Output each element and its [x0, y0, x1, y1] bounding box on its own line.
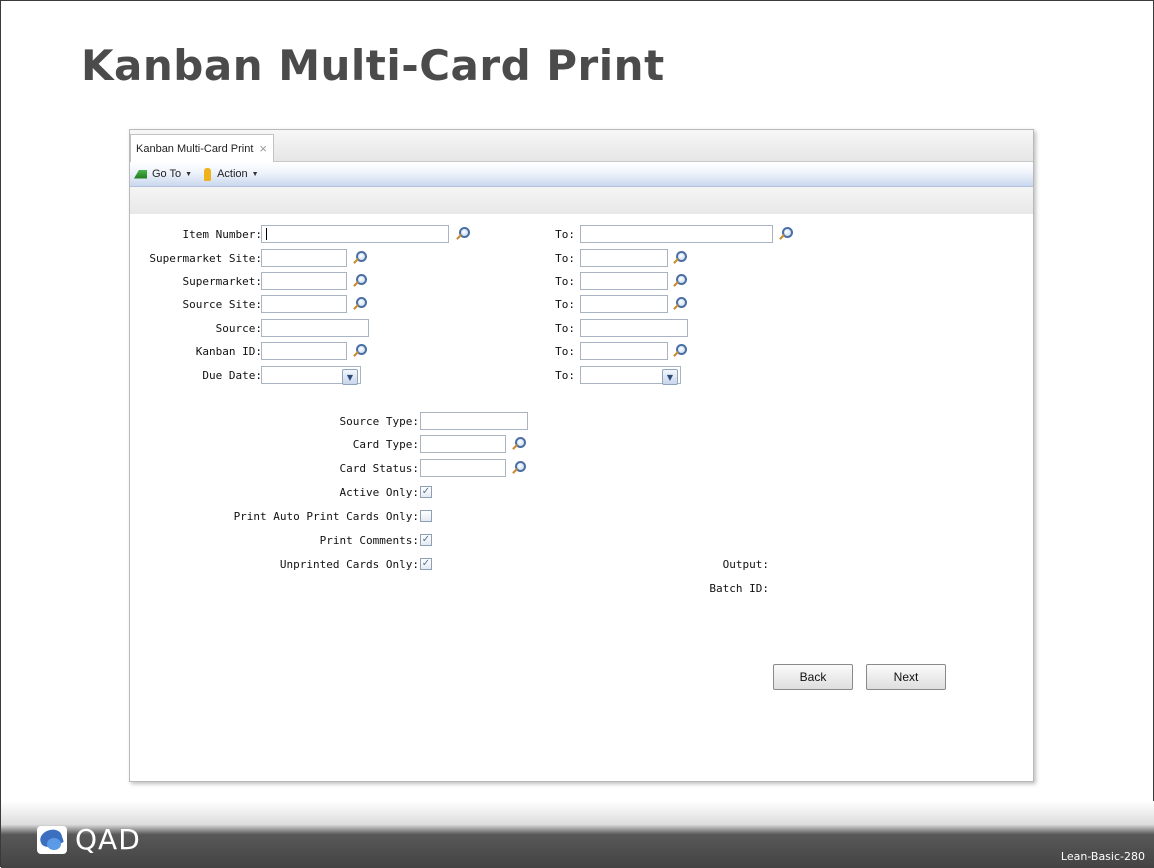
slide-title: Kanban Multi-Card Print	[81, 41, 665, 90]
action-label: Action	[217, 168, 248, 180]
back-button[interactable]: Back	[773, 664, 853, 690]
item-number-to-input[interactable]	[580, 225, 773, 243]
search-icon	[352, 344, 367, 358]
source-label: Source:	[215, 322, 262, 335]
supermarket-site-lookup[interactable]	[351, 249, 367, 267]
card-type-lookup[interactable]	[510, 435, 526, 453]
chevron-down-icon[interactable]: ▼	[342, 369, 358, 385]
due-date-to-input[interactable]: ▼	[580, 366, 681, 385]
source-type-input[interactable]	[420, 412, 528, 430]
card-status-label: Card Status:	[339, 462, 419, 475]
source-type-label: Source Type:	[339, 415, 419, 428]
source-site-input[interactable]	[261, 295, 347, 313]
search-icon	[352, 251, 367, 265]
search-icon	[352, 274, 367, 288]
output-label: Output:	[722, 558, 769, 571]
source-site-lookup[interactable]	[351, 295, 367, 313]
search-icon	[352, 297, 367, 311]
unprinted-only-label: Unprinted Cards Only:	[279, 558, 419, 571]
kanban-id-to-input[interactable]	[580, 342, 668, 360]
kanban-id-lookup[interactable]	[351, 342, 367, 360]
search-icon	[511, 437, 526, 451]
kanban-id-to-label: To:	[555, 345, 575, 358]
source-site-label: Source Site:	[182, 298, 262, 311]
lightbulb-icon	[204, 167, 212, 181]
supermarket-to-input[interactable]	[580, 272, 668, 290]
due-date-to-label: To:	[555, 369, 575, 382]
source-site-to-input[interactable]	[580, 295, 668, 313]
source-input[interactable]	[261, 319, 369, 337]
item-number-to-lookup[interactable]	[777, 225, 793, 243]
supermarket-site-label: Supermarket Site:	[149, 252, 262, 265]
supermarket-label: Supermarket:	[182, 275, 262, 288]
action-menu[interactable]: Action ▼	[204, 167, 259, 181]
tab-label: Kanban Multi-Card Print	[136, 142, 254, 155]
footer-bar	[1, 801, 1154, 868]
search-icon	[672, 274, 687, 288]
item-number-lookup[interactable]	[454, 225, 470, 243]
search-icon	[672, 251, 687, 265]
print-comments-checkbox[interactable]: ✓	[420, 534, 432, 546]
auto-print-label: Print Auto Print Cards Only:	[233, 510, 419, 523]
logo-text: QAD	[75, 823, 141, 856]
supermarket-to-label: To:	[555, 275, 575, 288]
qad-logo: QAD	[37, 823, 141, 856]
supermarket-site-to-label: To:	[555, 252, 575, 265]
supermarket-input[interactable]	[261, 272, 347, 290]
active-only-label: Active Only:	[339, 486, 419, 499]
search-icon	[778, 227, 793, 241]
kanban-id-label: Kanban ID:	[195, 345, 262, 358]
chevron-down-icon: ▼	[251, 170, 259, 178]
card-type-label: Card Type:	[352, 438, 419, 451]
active-only-checkbox[interactable]: ✓	[420, 486, 432, 498]
sub-toolbar	[130, 187, 1033, 214]
supermarket-lookup[interactable]	[351, 272, 367, 290]
card-status-input[interactable]	[420, 459, 506, 477]
auto-print-checkbox[interactable]	[420, 510, 432, 522]
text-cursor	[266, 228, 267, 240]
source-to-label: To:	[555, 322, 575, 335]
app-window: Kanban Multi-Card Print × Go To ▼ Action…	[129, 129, 1034, 782]
item-number-to-label: To:	[555, 228, 575, 241]
chevron-down-icon[interactable]: ▼	[662, 369, 678, 385]
goto-icon	[134, 169, 147, 179]
batch-id-label: Batch ID:	[709, 582, 769, 595]
due-date-label: Due Date:	[202, 369, 262, 382]
chevron-down-icon: ▼	[185, 170, 193, 178]
tab-kanban-multi-card-print[interactable]: Kanban Multi-Card Print ×	[130, 134, 274, 162]
due-date-input[interactable]: ▼	[261, 366, 361, 385]
unprinted-only-checkbox[interactable]: ✓	[420, 558, 432, 570]
goto-menu[interactable]: Go To ▼	[134, 168, 192, 180]
search-icon	[511, 461, 526, 475]
supermarket-to-lookup[interactable]	[671, 272, 687, 290]
search-icon	[455, 227, 470, 241]
print-comments-label: Print Comments:	[319, 534, 419, 547]
qad-logo-icon	[37, 825, 67, 854]
next-button[interactable]: Next	[866, 664, 946, 690]
slide: Kanban Multi-Card Print Kanban Multi-Car…	[0, 0, 1154, 868]
item-number-input[interactable]	[261, 225, 449, 243]
card-type-input[interactable]	[420, 435, 506, 453]
goto-label: Go To	[152, 168, 182, 180]
kanban-id-input[interactable]	[261, 342, 347, 360]
card-status-lookup[interactable]	[510, 459, 526, 477]
supermarket-site-to-lookup[interactable]	[671, 249, 687, 267]
supermarket-site-input[interactable]	[261, 249, 347, 267]
source-to-input[interactable]	[580, 319, 688, 337]
toolbar: Go To ▼ Action ▼	[130, 162, 1033, 187]
tab-strip: Kanban Multi-Card Print ×	[130, 130, 1033, 162]
kanban-id-to-lookup[interactable]	[671, 342, 687, 360]
source-site-to-label: To:	[555, 298, 575, 311]
supermarket-site-to-input[interactable]	[580, 249, 668, 267]
search-icon	[672, 344, 687, 358]
slide-id: Lean-Basic-280	[1060, 850, 1145, 863]
item-number-label: Item Number:	[182, 228, 262, 241]
close-icon[interactable]: ×	[259, 141, 267, 156]
search-icon	[672, 297, 687, 311]
source-site-to-lookup[interactable]	[671, 295, 687, 313]
